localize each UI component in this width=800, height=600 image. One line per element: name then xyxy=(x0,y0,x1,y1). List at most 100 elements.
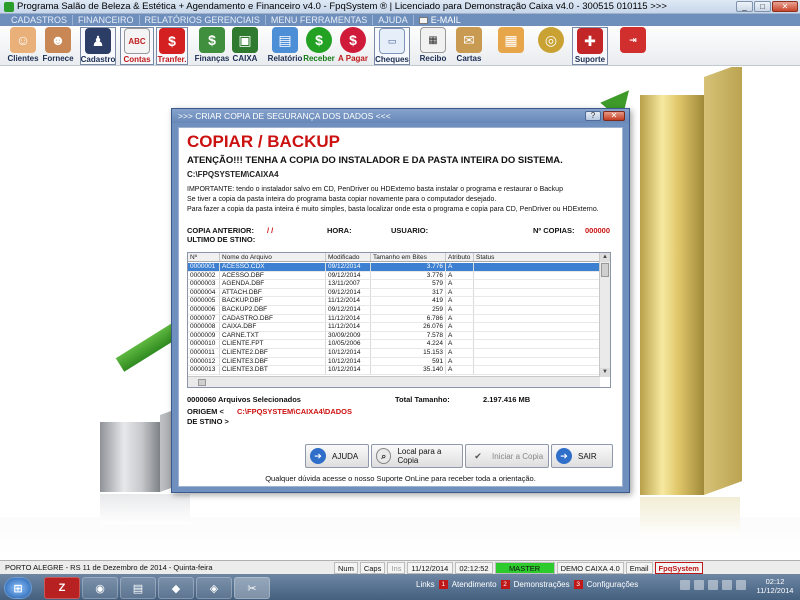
table-cell: 0000010 xyxy=(188,340,220,348)
fpq-app-icon[interactable]: ✂ xyxy=(234,577,270,599)
table-row[interactable]: 0000013 CLIENTE3.DBT 10/12/2014 35.140 A xyxy=(188,366,600,375)
toolbar-receber-button[interactable]: $ Receber xyxy=(303,27,335,65)
toolbar-recibo-button[interactable]: ▦ Recibo xyxy=(418,27,448,65)
iniciar-copia-button[interactable]: ✔ Iniciar a Copia xyxy=(465,444,549,468)
table-cell xyxy=(474,366,600,374)
explorer-icon[interactable]: ▤ xyxy=(120,577,156,599)
toolbar-clientes-button[interactable]: ☺ Clientes xyxy=(6,27,40,65)
table-row[interactable]: 0000003 AGENDA.DBF 13/11/2007 579 A xyxy=(188,280,600,289)
tray-icon[interactable] xyxy=(694,580,704,590)
link-demonstracoes[interactable]: Demonstrações xyxy=(514,580,570,589)
app-icon-3[interactable]: ◈ xyxy=(196,577,232,599)
menu-relatorios[interactable]: RELATÓRIOS GERENCIAIS xyxy=(140,15,266,25)
menu-ferramentas[interactable]: MENU FERRAMENTAS xyxy=(266,15,374,25)
menu-cadastros[interactable]: CADASTROS xyxy=(6,15,74,25)
tray-icon[interactable] xyxy=(680,580,690,590)
local-copia-button[interactable]: ⌕ Local para a Copia xyxy=(371,444,463,468)
maximize-button[interactable]: □ xyxy=(754,1,771,12)
status-brand[interactable]: FpqSystem xyxy=(654,561,703,574)
toolbar-suporte-button[interactable]: ✚ Suporte xyxy=(572,27,608,65)
start-button[interactable]: ⊞ xyxy=(4,577,32,599)
table-cell: A xyxy=(446,323,474,331)
column-header[interactable]: Atributo xyxy=(446,253,474,261)
table-cell: ATTACH.DBF xyxy=(220,288,326,297)
table-cell: A xyxy=(446,305,474,314)
table-row[interactable]: 0000005 BACKUP.DBF 11/12/2014 419 A xyxy=(188,297,600,306)
column-header[interactable]: Tamanho em Bites xyxy=(371,253,446,261)
table-cell: A xyxy=(446,263,474,271)
close-button[interactable]: ✕ xyxy=(772,1,798,12)
table-cell xyxy=(474,348,600,357)
table-cell: 7.578 xyxy=(371,331,446,340)
table-row[interactable]: 0000009 CARNE.TXT 30/09/2009 7.578 A xyxy=(188,331,600,341)
status-email[interactable]: Email xyxy=(625,561,653,574)
column-header[interactable]: Modificado xyxy=(326,253,371,261)
grid-rows: 0000001 ACESSO.CDX 09/12/2014 3.776 A 0000002… xyxy=(188,263,600,375)
scroll-thumb[interactable] xyxy=(601,263,609,277)
minimize-button[interactable]: _ xyxy=(736,1,753,12)
supplier-icon: ☻ xyxy=(45,27,71,53)
toolbar-contas-button[interactable]: ABC Contas xyxy=(120,27,154,65)
info-line: Se tiver a copia da pasta inteira do pro… xyxy=(187,196,497,203)
tray-icon[interactable] xyxy=(708,580,718,590)
dialog-help-button[interactable]: ? xyxy=(585,111,601,121)
menu-email[interactable]: E-MAIL xyxy=(414,15,466,25)
scroll-up-icon[interactable]: ▲ xyxy=(600,253,610,262)
table-row[interactable]: 0000007 CADASTRO.DBF 11/12/2014 6.786 A xyxy=(188,314,600,324)
envelope-icon xyxy=(418,16,428,24)
column-header[interactable]: Status xyxy=(474,253,600,261)
column-header[interactable]: Nº xyxy=(188,253,220,261)
menu-financeiro[interactable]: FINANCEIRO xyxy=(73,15,140,25)
menu-ajuda[interactable]: AJUDA xyxy=(373,15,414,25)
status-num: Num xyxy=(334,561,358,574)
scroll-thumb[interactable] xyxy=(198,379,206,386)
toolbar-transfer-button[interactable]: $ Tranfer. xyxy=(156,27,188,65)
toolbar-fornece-button[interactable]: ☻ Fornece xyxy=(42,27,74,65)
horizontal-scrollbar[interactable] xyxy=(188,376,600,387)
toolbar-cartas-button[interactable]: ✉ Cartas xyxy=(454,27,484,65)
column-header[interactable]: Nome do Arquivo xyxy=(220,253,326,261)
filezilla-icon[interactable]: Z xyxy=(44,577,80,599)
toolbar-apagar-button[interactable]: $ A Pagar xyxy=(337,27,369,65)
file-grid[interactable]: Nº Nome do Arquivo Modificado Tamanho em… xyxy=(187,252,611,388)
link-configuracoes[interactable]: Configurações xyxy=(587,580,639,589)
toolbar-exit-button[interactable]: ⇥ xyxy=(618,27,648,65)
dialog-close-button[interactable]: ✕ xyxy=(603,111,625,121)
table-cell: 09/12/2014 xyxy=(326,305,371,314)
table-row[interactable]: 0000004 ATTACH.DBF 09/12/2014 317 A xyxy=(188,288,600,298)
volume-icon[interactable] xyxy=(736,580,746,590)
table-row[interactable]: 0000010 CLIENTE.FPT 10/05/2006 4.224 A xyxy=(188,340,600,349)
table-row[interactable]: 0000012 CLIENTE3.DBF 10/12/2014 591 A xyxy=(188,357,600,367)
table-row[interactable]: 0000006 BACKUP2.DBF 09/12/2014 259 A xyxy=(188,305,600,315)
toolbar-coins-button[interactable]: ◎ xyxy=(536,27,566,65)
coins-icon: ◎ xyxy=(538,27,564,53)
sair-button[interactable]: ➔ SAIR xyxy=(551,444,613,468)
table-row[interactable]: 0000011 CLIENTE2.DBF 10/12/2014 15.153 A xyxy=(188,348,600,358)
toolbar-financas-button[interactable]: $ Finanças xyxy=(195,27,229,65)
toolbar-relatorio-button[interactable]: ▤ Relatório xyxy=(268,27,302,65)
info-line: IMPORTANTE: tendo o instalador salvo em … xyxy=(187,186,563,193)
scroll-down-icon[interactable]: ▼ xyxy=(600,368,610,377)
toolbar-caixa-button[interactable]: ▣ CAIXA xyxy=(230,27,260,65)
toolbar-calculator-button[interactable]: ▦ xyxy=(496,27,526,65)
link-atendimento[interactable]: Atendimento xyxy=(452,580,497,589)
table-row[interactable]: 0000002 ACESSO.DBF 09/12/2014 3.776 A xyxy=(188,271,600,281)
table-cell: 11/12/2014 xyxy=(326,314,371,323)
ajuda-button[interactable]: ➔ AJUDA xyxy=(305,444,369,468)
app-icon xyxy=(4,1,14,12)
table-cell: 0000003 xyxy=(188,280,220,288)
chrome-icon[interactable]: ◉ xyxy=(82,577,118,599)
taskbar-clock[interactable]: 02:12 11/12/2014 xyxy=(752,577,798,595)
app-icon-2[interactable]: ◆ xyxy=(158,577,194,599)
toolbar-cheques-button[interactable]: ▭ Cheques xyxy=(374,27,410,65)
calculator-icon: ▦ xyxy=(498,27,524,53)
tray-icon[interactable] xyxy=(722,580,732,590)
toolbar-cadastro-button[interactable]: ♟ Cadastro xyxy=(80,27,116,65)
vertical-scrollbar[interactable]: ▲ ▼ xyxy=(599,253,610,377)
support-note: Qualquer dúvida acesse o nosso Suporte O… xyxy=(265,474,536,483)
transfer-icon: $ xyxy=(159,28,185,54)
table-row[interactable]: 0000008 CAIXA.DBF 11/12/2014 26.076 A xyxy=(188,323,600,332)
system-path: C:\FPQSYSTEM\CAIXA4 xyxy=(187,170,279,179)
links-area: Links 1 Atendimento 2 Demonstrações 3 Co… xyxy=(416,580,638,589)
table-row[interactable]: 0000001 ACESSO.CDX 09/12/2014 3.776 A xyxy=(188,263,600,272)
